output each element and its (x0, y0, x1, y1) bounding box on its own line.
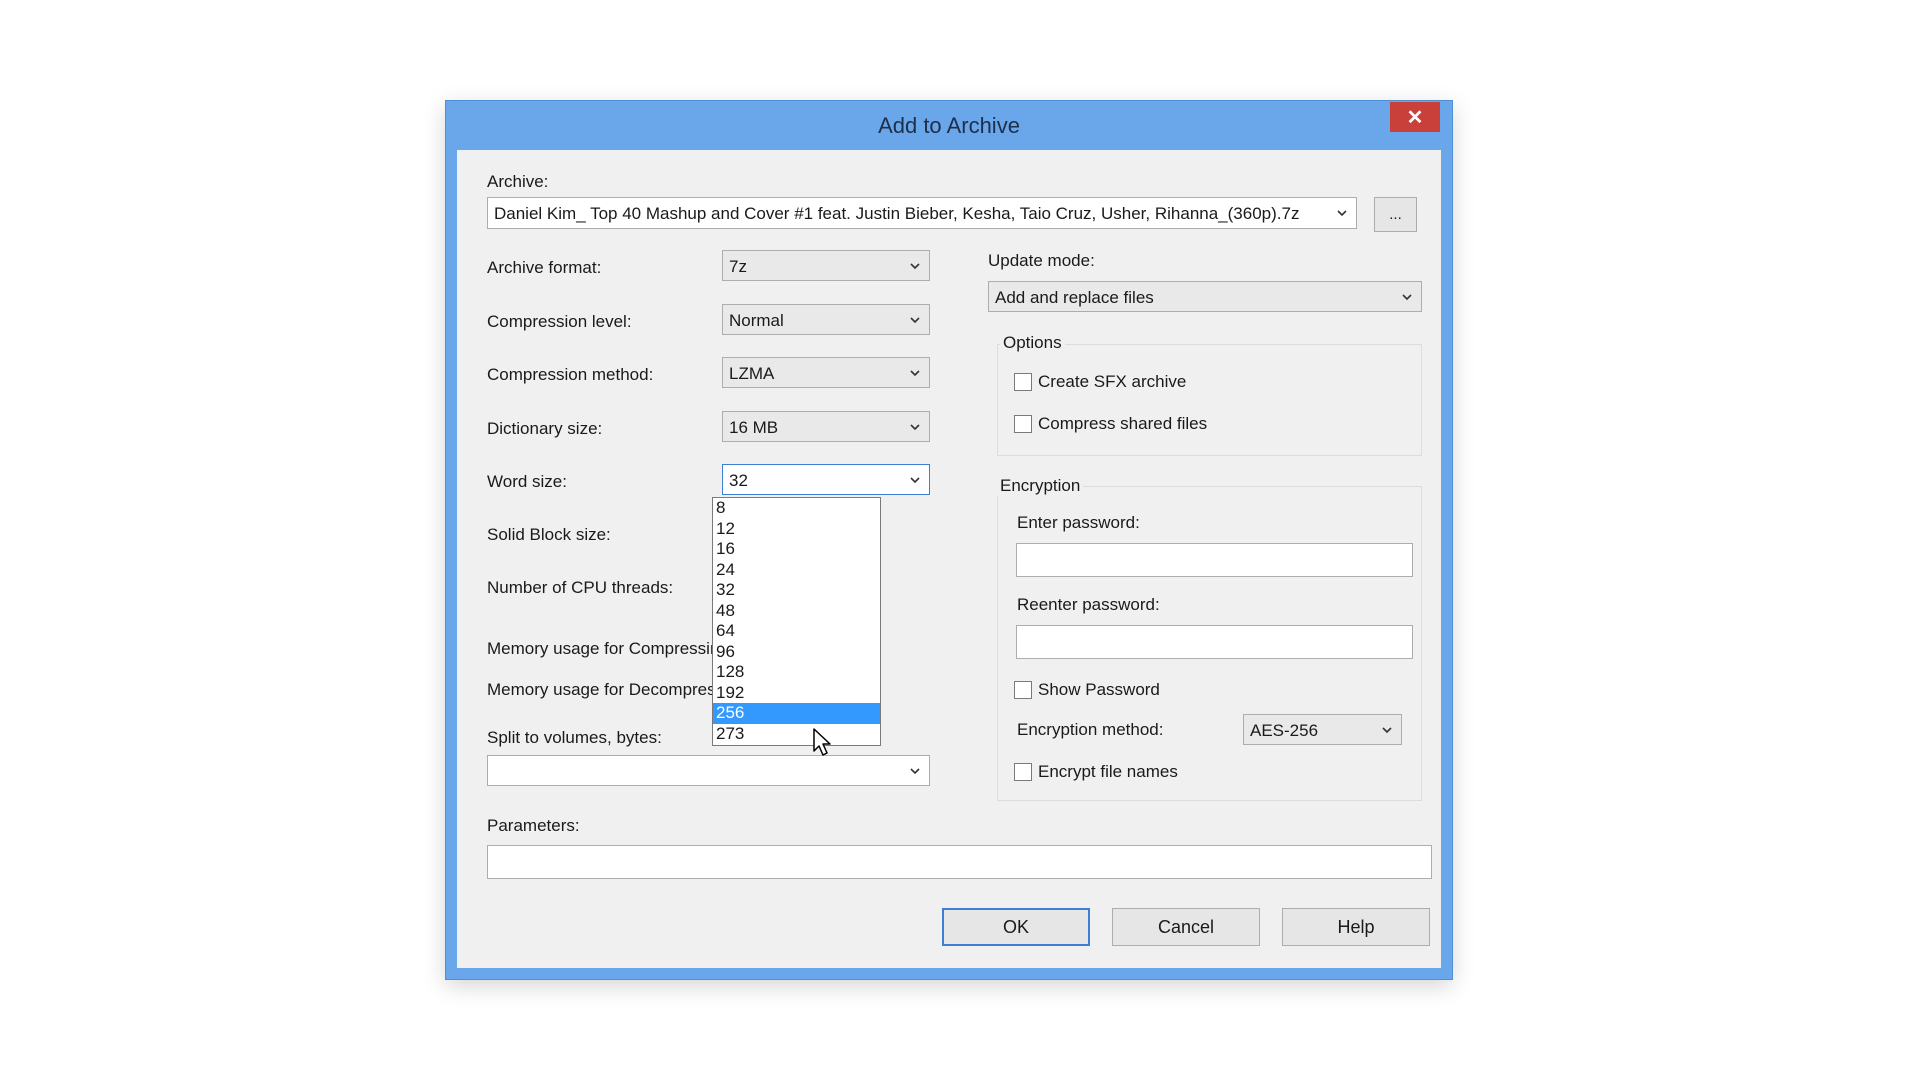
chevron-down-icon (909, 474, 921, 486)
chevron-down-icon (1381, 724, 1393, 736)
chevron-down-icon (909, 260, 921, 272)
ok-button[interactable]: OK (942, 908, 1090, 946)
split-volumes-combo[interactable] (487, 755, 930, 786)
dictionary-size-select[interactable]: 16 MB (722, 411, 930, 442)
show-password-checkbox[interactable]: Show Password (1014, 680, 1160, 700)
archive-format-value: 7z (729, 257, 747, 276)
word-size-label: Word size: (487, 472, 567, 491)
archive-format-label: Archive format: (487, 258, 602, 277)
word-size-dropdown-list: 8 12 16 24 32 48 64 96 128 192 256 273 (712, 497, 881, 746)
compression-method-value: LZMA (729, 364, 775, 383)
enter-password-input[interactable] (1016, 543, 1413, 577)
compress-shared-label: Compress shared files (1038, 414, 1208, 433)
encrypt-names-label: Encrypt file names (1038, 762, 1178, 781)
compression-level-value: Normal (729, 311, 784, 330)
close-button[interactable]: ✕ (1390, 102, 1440, 132)
encryption-group-title: Encryption (997, 476, 1084, 496)
show-password-label: Show Password (1038, 680, 1160, 699)
chevron-down-icon (1401, 291, 1413, 303)
chevron-down-icon (909, 314, 921, 326)
checkbox-box[interactable] (1014, 415, 1032, 433)
word-size-option[interactable]: 8 (713, 498, 880, 519)
word-size-option[interactable]: 96 (713, 642, 880, 663)
close-icon: ✕ (1406, 106, 1424, 129)
help-button[interactable]: Help (1282, 908, 1430, 946)
dictionary-size-value: 16 MB (729, 418, 779, 437)
checkbox-box[interactable] (1014, 681, 1032, 699)
archive-format-select[interactable]: 7z (722, 250, 930, 281)
update-mode-select[interactable]: Add and replace files (988, 281, 1422, 312)
browse-button[interactable]: ... (1374, 197, 1417, 232)
compress-shared-checkbox[interactable]: Compress shared files (1014, 414, 1207, 434)
archive-path-value: Daniel Kim_ Top 40 Mashup and Cover #1 f… (494, 204, 1300, 223)
create-sfx-label: Create SFX archive (1038, 372, 1187, 391)
compression-level-select[interactable]: Normal (722, 304, 930, 335)
mouse-cursor-icon (813, 728, 831, 756)
encrypt-names-checkbox[interactable]: Encrypt file names (1014, 762, 1178, 782)
encryption-method-select[interactable]: AES-256 (1243, 714, 1402, 745)
reenter-password-label: Reenter password: (1017, 595, 1160, 614)
encryption-method-value: AES-256 (1250, 721, 1319, 740)
parameters-label: Parameters: (487, 816, 580, 835)
reenter-password-input[interactable] (1016, 625, 1413, 659)
chevron-down-icon (1336, 207, 1348, 219)
compression-level-label: Compression level: (487, 312, 632, 331)
memory-compress-label: Memory usage for Compressing: (487, 639, 734, 658)
enter-password-label: Enter password: (1017, 513, 1140, 532)
chevron-down-icon (909, 421, 921, 433)
options-group (997, 344, 1422, 456)
word-size-option[interactable]: 64 (713, 621, 880, 642)
dictionary-size-label: Dictionary size: (487, 419, 603, 438)
word-size-option[interactable]: 16 (713, 539, 880, 560)
word-size-option[interactable]: 273 (713, 724, 880, 745)
archive-label: Archive: (487, 172, 549, 191)
word-size-option[interactable]: 128 (713, 662, 880, 683)
compression-method-select[interactable]: LZMA (722, 357, 930, 388)
cpu-threads-label: Number of CPU threads: (487, 578, 674, 597)
checkbox-box[interactable] (1014, 763, 1032, 781)
word-size-value: 32 (729, 471, 899, 491)
dialog-client-area: Archive: Daniel Kim_ Top 40 Mashup and C… (457, 150, 1441, 968)
create-sfx-checkbox[interactable]: Create SFX archive (1014, 372, 1186, 392)
cancel-button[interactable]: Cancel (1112, 908, 1260, 946)
options-group-title: Options (1000, 333, 1065, 353)
chevron-down-icon (909, 367, 921, 379)
checkbox-box[interactable] (1014, 373, 1032, 391)
add-to-archive-dialog: Add to Archive ✕ Archive: Daniel Kim_ To… (446, 101, 1452, 979)
update-mode-value: Add and replace files (995, 288, 1154, 307)
chevron-down-icon (909, 765, 921, 777)
memory-decompress-label: Memory usage for Decompressing: (487, 680, 733, 699)
title-bar[interactable]: Add to Archive ✕ (446, 101, 1452, 149)
word-size-option[interactable]: 12 (713, 519, 880, 540)
word-size-option[interactable]: 48 (713, 601, 880, 622)
word-size-option[interactable]: 256 (713, 703, 880, 724)
dialog-title: Add to Archive (878, 113, 1020, 138)
word-size-select[interactable]: 32 (722, 464, 930, 495)
solid-block-size-label: Solid Block size: (487, 525, 611, 544)
word-size-option[interactable]: 24 (713, 560, 880, 581)
encryption-method-label: Encryption method: (1017, 720, 1164, 739)
update-mode-label: Update mode: (988, 251, 1095, 270)
word-size-option[interactable]: 192 (713, 683, 880, 704)
word-size-option[interactable]: 32 (713, 580, 880, 601)
parameters-input[interactable] (487, 845, 1432, 879)
archive-path-combo[interactable]: Daniel Kim_ Top 40 Mashup and Cover #1 f… (487, 197, 1357, 229)
compression-method-label: Compression method: (487, 365, 654, 384)
split-volumes-label: Split to volumes, bytes: (487, 728, 662, 747)
